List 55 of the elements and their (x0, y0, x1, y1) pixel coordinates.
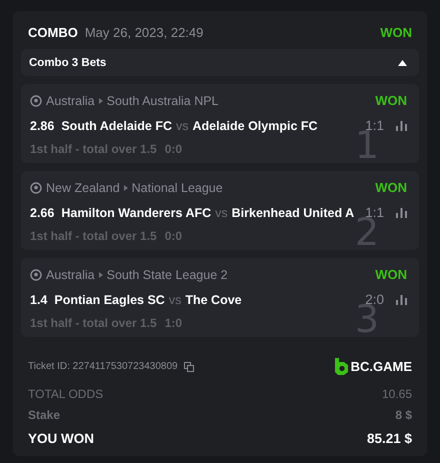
country-label: New Zealand (46, 180, 120, 194)
total-value: 85.21 $ (366, 431, 412, 446)
half-score: 0:0 (164, 142, 182, 156)
total-value: 8 $ (395, 408, 412, 422)
total-label: TOTAL ODDS (28, 387, 104, 401)
team-name: The Cove (185, 292, 242, 306)
status-label: WON (375, 93, 407, 108)
bet-number: 2 (354, 217, 379, 247)
combo-toggle[interactable]: Combo 3 Bets (21, 49, 419, 76)
separator-icon (98, 98, 103, 104)
half-score: 0:0 (164, 229, 182, 243)
team-name: Adelaide Olympic FC (192, 118, 318, 132)
bet-number: 3 (354, 304, 379, 334)
bar-chart-icon[interactable] (396, 208, 407, 218)
vs-label: vs (215, 206, 228, 220)
odds-value: 2.66 (30, 206, 54, 220)
match-score: 2:0 (365, 292, 384, 307)
team-name: South Adelaide FC (61, 118, 172, 132)
team-name: Hamilton Wanderers AFC (61, 206, 212, 220)
status-label: WON (375, 180, 407, 195)
market-label: 1st half - total over 1.5 (30, 316, 157, 330)
total-label: YOU WON (28, 431, 94, 446)
half-score: 1:0 (164, 316, 182, 330)
market-label: 1st half - total over 1.5 (30, 142, 157, 156)
league-label: South State League 2 (106, 268, 228, 282)
status-label: WON (375, 267, 407, 282)
separator-icon (124, 184, 128, 190)
soccer-ball-icon (30, 94, 42, 106)
league-label: South Australia NPL (106, 94, 219, 108)
country-label: Australia (46, 268, 95, 282)
country-label: Australia (46, 94, 95, 108)
status-label: WON (380, 25, 412, 40)
match-score: 1:1 (365, 205, 384, 220)
brand-name: BC.GAME (350, 359, 412, 374)
separator-icon (98, 272, 103, 278)
soccer-ball-icon (30, 182, 42, 194)
soccer-ball-icon (30, 268, 42, 280)
bar-chart-icon[interactable] (396, 120, 407, 130)
odds-value: 1.4 (30, 292, 48, 306)
match-score: 1:1 (365, 118, 384, 133)
odds-value: 2.86 (30, 118, 54, 132)
ticket-id: Ticket ID: 2274117530723430809 (28, 361, 178, 372)
vs-label: vs (176, 118, 188, 132)
vs-label: vs (168, 292, 182, 306)
copy-icon[interactable] (184, 362, 194, 372)
team-name: Pontian Eagles SC (54, 292, 165, 306)
league-label: National League (132, 180, 223, 194)
brand-logo-icon (334, 358, 348, 375)
team-name: Birkenhead United A (232, 206, 354, 220)
market-label: 1st half - total over 1.5 (30, 229, 157, 243)
total-value: 10.65 (382, 387, 412, 401)
bet-date: May 26, 2023, 22:49 (84, 25, 204, 40)
total-label: Stake (28, 408, 60, 422)
bar-chart-icon[interactable] (396, 294, 407, 304)
bet-type-label: COMBO (28, 25, 78, 40)
